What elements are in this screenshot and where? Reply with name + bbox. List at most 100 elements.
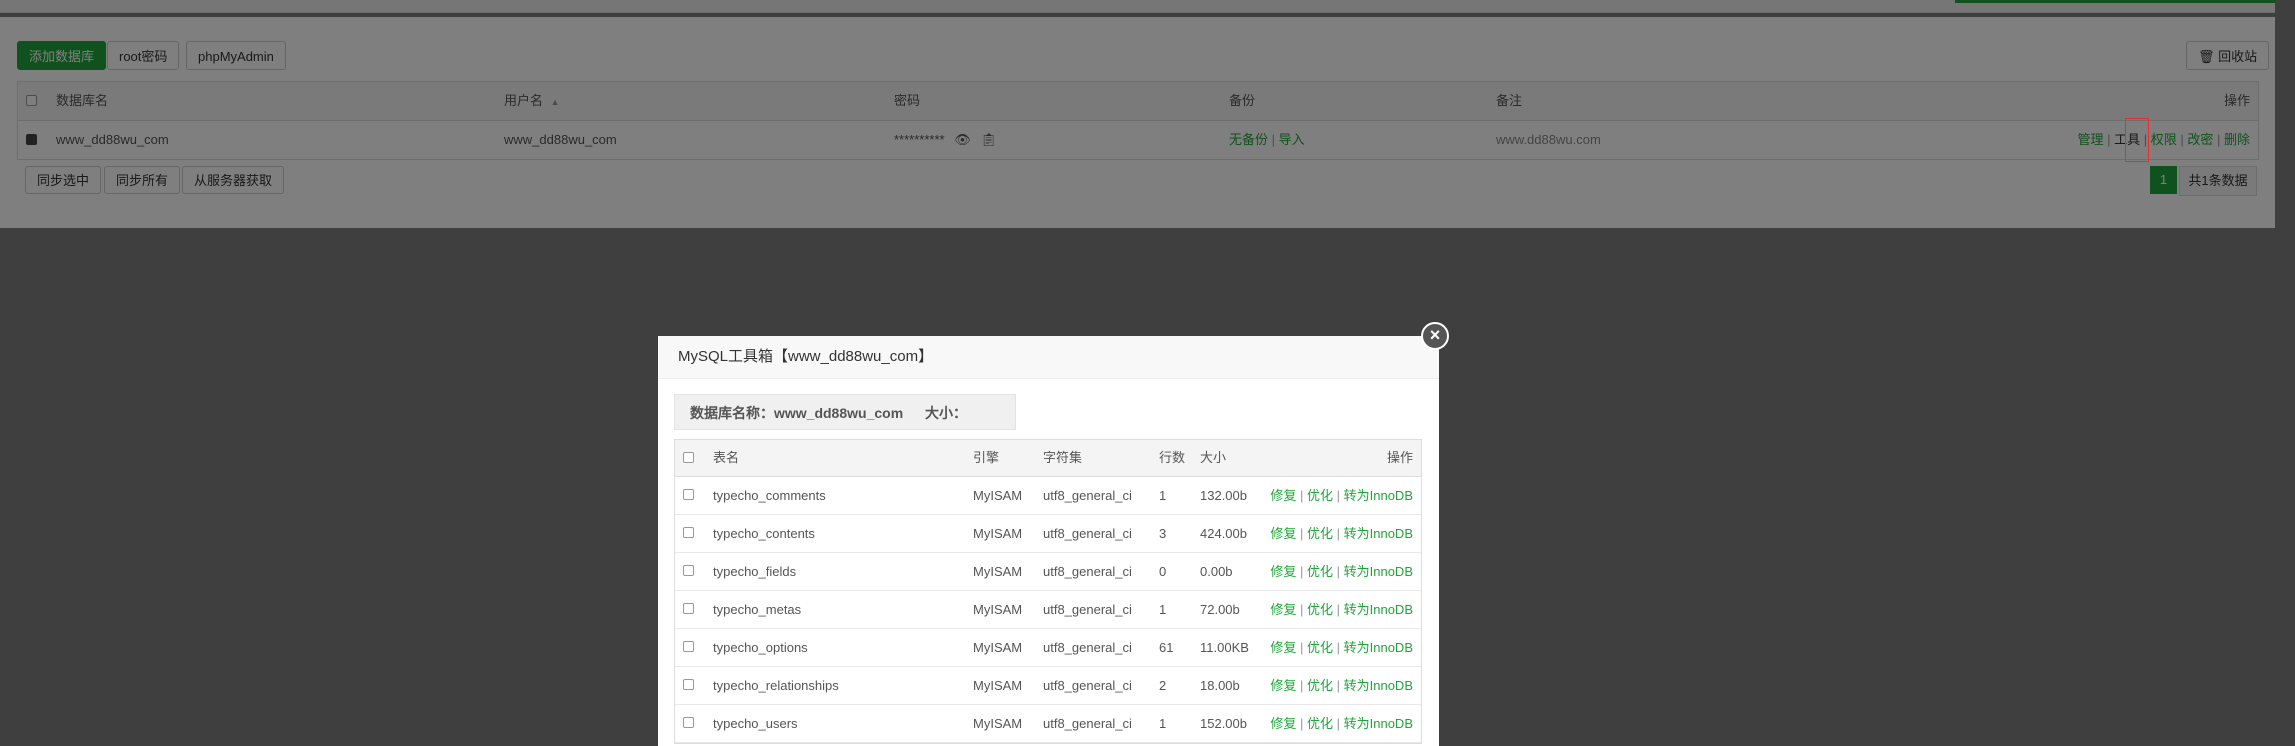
- eye-icon[interactable]: 👁︎: [954, 132, 971, 147]
- table-row-checkbox[interactable]: [683, 603, 694, 614]
- convert-innodb-link[interactable]: 转为InnoDB: [1344, 526, 1413, 541]
- copy-icon[interactable]: 📋︎: [980, 132, 997, 147]
- table-name: typecho_contents: [713, 526, 815, 541]
- header-username-label: 用户名: [504, 93, 544, 108]
- optimize-link[interactable]: 优化: [1307, 488, 1333, 503]
- root-password-button[interactable]: root密码: [107, 41, 180, 70]
- recycle-bin-button[interactable]: 🗑︎ 回收站: [2186, 41, 2270, 70]
- header-rows: 行数: [1159, 450, 1186, 465]
- table-charset: utf8_general_ci: [1043, 488, 1132, 503]
- table-actions: 修复 | 优化 | 转为InnoDB: [1270, 640, 1413, 655]
- table-header: 数据库名 用户名 ▲ 密码 备份 备注 操作: [18, 82, 2258, 121]
- import-link[interactable]: 导入: [1279, 132, 1305, 147]
- table-size: 0.00b: [1200, 564, 1233, 579]
- table-actions: 修复 | 优化 | 转为InnoDB: [1270, 488, 1413, 503]
- header-db-name: 数据库名: [56, 93, 109, 108]
- table-row-checkbox[interactable]: [683, 641, 694, 652]
- header-backup: 备份: [1229, 93, 1256, 108]
- optimize-link[interactable]: 优化: [1307, 640, 1333, 655]
- repair-link[interactable]: 修复: [1270, 526, 1296, 541]
- backup-status-link[interactable]: 无备份: [1229, 132, 1268, 147]
- optimize-link[interactable]: 优化: [1307, 564, 1333, 579]
- table-row-checkbox[interactable]: [683, 717, 694, 728]
- convert-innodb-link[interactable]: 转为InnoDB: [1344, 640, 1413, 655]
- total-count: 共1条数据: [2179, 166, 2257, 196]
- table-engine: MyISAM: [973, 678, 1023, 693]
- repair-link[interactable]: 修复: [1270, 602, 1296, 617]
- trash-icon: 🗑︎: [2198, 49, 2215, 64]
- table-name: typecho_comments: [713, 488, 826, 503]
- backup-cell: 无备份 | 导入: [1229, 121, 1305, 159]
- repair-link[interactable]: 修复: [1270, 488, 1296, 503]
- permissions-link[interactable]: 权限: [2151, 132, 2177, 147]
- optimize-link[interactable]: 优化: [1307, 526, 1333, 541]
- convert-innodb-link[interactable]: 转为InnoDB: [1344, 564, 1413, 579]
- optimize-link[interactable]: 优化: [1307, 678, 1333, 693]
- pagination: 1 共1条数据: [0, 166, 2295, 196]
- db-note[interactable]: www.dd88wu.com: [1496, 121, 1601, 159]
- convert-innodb-link[interactable]: 转为InnoDB: [1344, 602, 1413, 617]
- table-row: typecho_comments MyISAM utf8_general_ci 1 13…: [675, 477, 1421, 515]
- add-database-button[interactable]: 添加数据库: [17, 41, 107, 70]
- table-engine: MyISAM: [973, 602, 1023, 617]
- page-number[interactable]: 1: [2150, 166, 2177, 194]
- table-size: 152.00b: [1200, 716, 1247, 731]
- table-rows: 2: [1159, 678, 1167, 693]
- table-actions: 修复 | 优化 | 转为InnoDB: [1270, 602, 1413, 617]
- optimize-link[interactable]: 优化: [1307, 602, 1333, 617]
- db-info-box: 数据库名称：www_dd88wu_com 大小：51.93KB: [674, 394, 1016, 457]
- phpmyadmin-button[interactable]: phpMyAdmin: [186, 41, 286, 70]
- header-table-name: 表名: [713, 450, 740, 465]
- table-row: typecho_options MyISAM utf8_general_ci 61 11…: [675, 629, 1421, 667]
- header-size: 大小: [1200, 450, 1227, 465]
- close-icon[interactable]: ×: [1421, 322, 1449, 350]
- table-charset: utf8_general_ci: [1043, 716, 1132, 731]
- repair-link[interactable]: 修复: [1270, 716, 1296, 731]
- table-size: 72.00b: [1200, 602, 1240, 617]
- password-cell: ********** 👁︎ 📋︎: [894, 121, 997, 159]
- table-row: typecho_fields MyISAM utf8_general_ci 0 0.00…: [675, 553, 1421, 591]
- optimize-link[interactable]: 优化: [1307, 716, 1333, 731]
- manage-link[interactable]: 管理: [2077, 132, 2103, 147]
- change-password-link[interactable]: 改密: [2187, 132, 2213, 147]
- table-row: typecho_relationships MyISAM utf8_general_…: [675, 667, 1421, 705]
- table-charset: utf8_general_ci: [1043, 564, 1132, 579]
- table-charset: utf8_general_ci: [1043, 678, 1132, 693]
- header-charset: 字符集: [1043, 450, 1083, 465]
- table-row-checkbox[interactable]: [683, 565, 694, 576]
- table-charset: utf8_general_ci: [1043, 640, 1132, 655]
- header-actions: 操作: [2223, 93, 2250, 108]
- convert-innodb-link[interactable]: 转为InnoDB: [1344, 716, 1413, 731]
- row-actions: 管理 | 工具 | 权限 | 改密 | 删除: [2077, 132, 2250, 147]
- repair-link[interactable]: 修复: [1270, 564, 1296, 579]
- table-row: typecho_contents MyISAM utf8_general_ci 3 42…: [675, 515, 1421, 553]
- repair-link[interactable]: 修复: [1270, 678, 1296, 693]
- table-row-checkbox[interactable]: [683, 489, 694, 500]
- table-rows: 3: [1159, 526, 1167, 541]
- top-green-bar: [1955, 0, 2275, 3]
- delete-link[interactable]: 删除: [2224, 132, 2250, 147]
- header-username[interactable]: 用户名 ▲: [504, 82, 560, 121]
- convert-innodb-link[interactable]: 转为InnoDB: [1344, 488, 1413, 503]
- select-all-checkbox[interactable]: [26, 95, 37, 106]
- table-name: typecho_fields: [713, 564, 797, 579]
- separator: |: [1271, 132, 1279, 147]
- convert-innodb-link[interactable]: 转为InnoDB: [1344, 678, 1413, 693]
- password-mask: **********: [894, 132, 945, 147]
- table-actions: 修复 | 优化 | 转为InnoDB: [1270, 564, 1413, 579]
- table-name: typecho_metas: [713, 602, 802, 617]
- table-rows: 1: [1159, 716, 1167, 731]
- row-checkbox[interactable]: [26, 122, 37, 145]
- table-row-checkbox[interactable]: [683, 527, 694, 538]
- select-all-tables-checkbox[interactable]: [683, 452, 694, 463]
- table-actions: 修复 | 优化 | 转为InnoDB: [1270, 526, 1413, 541]
- header-note: 备注: [1496, 93, 1523, 108]
- table-size: 18.00b: [1200, 678, 1240, 693]
- repair-link[interactable]: 修复: [1270, 640, 1296, 655]
- table-size: 424.00b: [1200, 526, 1247, 541]
- mysql-toolbox-modal: MySQL工具箱【www_dd88wu_com】 数据库名称：www_dd88w…: [658, 336, 1439, 746]
- table-actions: 修复 | 优化 | 转为InnoDB: [1270, 678, 1413, 693]
- table-size: 11.00KB: [1200, 640, 1249, 655]
- table-name: typecho_options: [713, 640, 808, 655]
- table-row-checkbox[interactable]: [683, 679, 694, 690]
